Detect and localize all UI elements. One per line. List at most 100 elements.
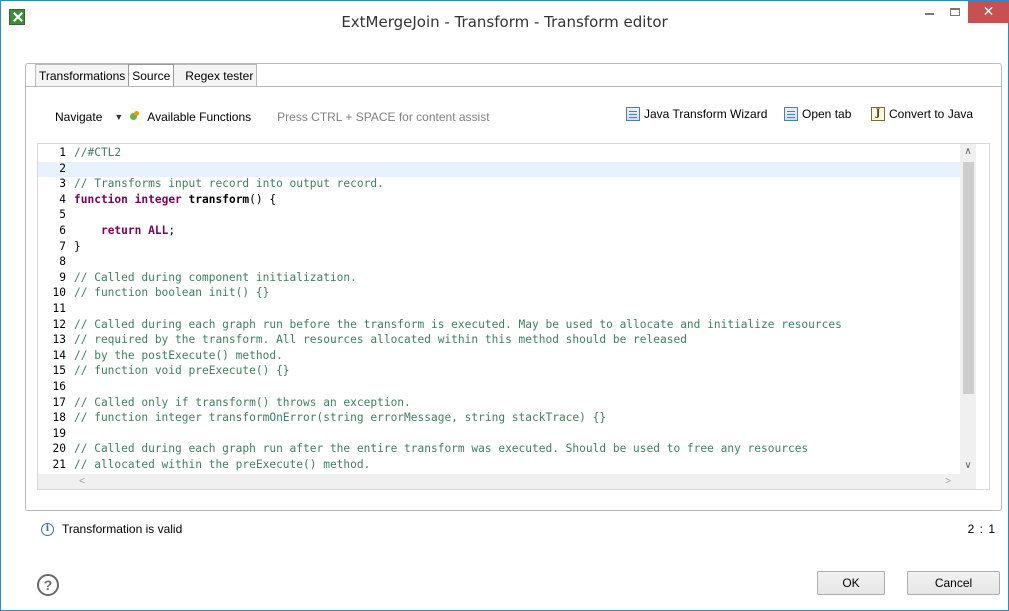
help-icon[interactable]: ? — [37, 574, 59, 596]
minimize-icon — [924, 13, 934, 15]
status-bar: i Transformation is valid — [41, 522, 182, 536]
open-tab-label: Open tab — [802, 107, 852, 121]
code-line[interactable]: 20 // Called during each graph run after … — [38, 442, 960, 458]
code-line[interactable]: 19 — [38, 427, 960, 443]
line-text: // Transforms input record into output r… — [74, 177, 384, 191]
line-number: 3 — [59, 177, 66, 191]
line-number: 7 — [59, 239, 66, 253]
line-text: return ALL; — [100, 224, 176, 237]
navigate-menu[interactable]: Navigate — [55, 110, 102, 124]
code-line[interactable]: 8 — [38, 255, 960, 271]
close-button[interactable]: ✕ — [968, 1, 1009, 23]
line-number: 12 — [52, 317, 66, 331]
line-number: 11 — [52, 302, 66, 315]
code-line[interactable]: 1 //#CTL2 — [38, 146, 960, 162]
line-text: // allocated within the preExecute() met… — [74, 458, 371, 471]
code-line[interactable]: 10 // function boolean init() {} — [38, 286, 960, 302]
line-number: 5 — [59, 208, 66, 222]
code-text-area[interactable]: 1 //#CTL2 2 3 // Transforms input record int… — [38, 144, 960, 474]
maximize-icon — [950, 8, 960, 16]
code-line[interactable]: 9 // Called during component initializati… — [38, 271, 960, 287]
java-transform-wizard-button[interactable]: Java Transform Wizard — [626, 105, 767, 123]
code-line[interactable]: 5 — [38, 208, 960, 224]
line-number: 9 — [59, 270, 66, 284]
line-number: 6 — [59, 224, 66, 237]
open-tab-button[interactable]: Open tab — [784, 105, 851, 123]
line-number: 18 — [52, 411, 66, 425]
status-message: Transformation is valid — [62, 522, 183, 536]
line-text: } — [74, 239, 81, 253]
line-text: // required by the transform. All resour… — [74, 333, 687, 347]
line-number: 21 — [52, 458, 66, 471]
convert-to-java-label: Convert to Java — [889, 107, 974, 121]
code-line[interactable]: 15 // function void preExecute() {} — [38, 364, 960, 380]
vertical-scroll-thumb[interactable] — [963, 162, 974, 394]
line-text: // Called during each graph run after th… — [74, 442, 809, 456]
scroll-left-icon[interactable]: < — [74, 474, 90, 489]
java-transform-wizard-label: Java Transform Wizard — [644, 107, 768, 121]
code-line[interactable]: 21 // allocated within the preExecute() m… — [38, 458, 960, 474]
scroll-right-icon[interactable]: > — [940, 474, 956, 489]
content-assist-hint: Press CTRL + SPACE for content assist — [277, 110, 490, 124]
line-number: 16 — [52, 380, 66, 393]
code-line[interactable]: 11 — [38, 302, 960, 318]
java-file-icon: J — [871, 107, 885, 121]
available-functions-button[interactable]: Available Functions — [147, 110, 251, 124]
editor-toolbar: Navigate ▼ Available Functions Press CTR… — [55, 109, 490, 125]
line-text: // Called during each graph run before t… — [74, 317, 842, 331]
line-text: // by the postExecute() method. — [74, 348, 283, 362]
line-text: // function void preExecute() {} — [74, 364, 290, 378]
window-title: ExtMergeJoin - Transform - Transform edi… — [341, 13, 668, 31]
functions-icon — [129, 111, 141, 123]
code-line[interactable]: 18 // function integer transformOnError(s… — [38, 411, 960, 427]
code-editor[interactable]: 1 //#CTL2 2 3 // Transforms input record int… — [37, 143, 990, 490]
line-number: 4 — [59, 192, 66, 206]
line-text: //#CTL2 — [74, 146, 122, 159]
code-line[interactable]: 12 // Called during each graph run before… — [38, 318, 960, 334]
line-text: // Called during component initializatio… — [74, 270, 357, 284]
wizard-icon — [626, 107, 640, 121]
line-number: 20 — [52, 442, 66, 456]
open-tab-icon — [784, 107, 798, 121]
code-line[interactable]: 14 // by the postExecute() method. — [38, 349, 960, 365]
code-line[interactable]: 7} — [38, 240, 960, 256]
line-number: 8 — [59, 255, 66, 269]
cancel-button[interactable]: Cancel — [907, 571, 1000, 595]
scroll-down-icon[interactable]: ∨ — [960, 458, 976, 474]
code-line[interactable]: 2 — [38, 161, 960, 178]
line-number: 13 — [52, 333, 66, 347]
close-icon: ✕ — [982, 4, 995, 20]
tab-transformations[interactable]: Transformations — [35, 64, 130, 86]
line-text: // Called only if transform() throws an … — [74, 395, 411, 409]
info-icon: i — [41, 522, 54, 536]
title-bar[interactable]: ExtMergeJoin - Transform - Transform edi… — [1, 1, 1009, 43]
tab-source[interactable]: Source — [128, 64, 175, 86]
code-line[interactable]: 4 function integer transform() { — [38, 193, 960, 209]
line-number: 14 — [52, 348, 66, 362]
horizontal-scrollbar[interactable]: < > — [38, 474, 976, 489]
code-line[interactable]: 3 // Transforms input record into output … — [38, 177, 960, 193]
line-number: 19 — [52, 426, 66, 440]
code-line[interactable]: 6 return ALL; — [38, 224, 960, 240]
line-text: function integer transform() { — [74, 192, 277, 206]
code-line[interactable]: 13 // required by the transform. All reso… — [38, 333, 960, 349]
minimize-button[interactable] — [916, 1, 942, 23]
navigate-dropdown-icon[interactable]: ▼ — [114, 112, 123, 122]
line-text: // function boolean init() {} — [74, 286, 270, 300]
transform-editor-window: ExtMergeJoin - Transform - Transform edi… — [0, 0, 1009, 611]
convert-to-java-button[interactable]: J Convert to Java — [871, 105, 973, 123]
line-number: 15 — [52, 364, 66, 378]
cursor-position: 2 : 1 — [967, 522, 996, 536]
line-text: // function integer transformOnError(str… — [74, 411, 607, 425]
tab-regex-tester[interactable]: Regex tester — [173, 64, 258, 86]
vertical-scrollbar[interactable]: ∧ ∨ — [960, 144, 976, 474]
line-number: 17 — [52, 395, 66, 409]
scroll-up-icon[interactable]: ∧ — [960, 144, 976, 160]
line-number: 1 — [59, 146, 66, 159]
code-line[interactable]: 17 // Called only if transform() throws a… — [38, 396, 960, 412]
maximize-button[interactable] — [942, 1, 968, 23]
line-number: 2 — [59, 161, 66, 175]
code-line[interactable]: 16 — [38, 380, 960, 396]
line-number: 10 — [52, 286, 66, 300]
ok-button[interactable]: OK — [817, 571, 885, 595]
